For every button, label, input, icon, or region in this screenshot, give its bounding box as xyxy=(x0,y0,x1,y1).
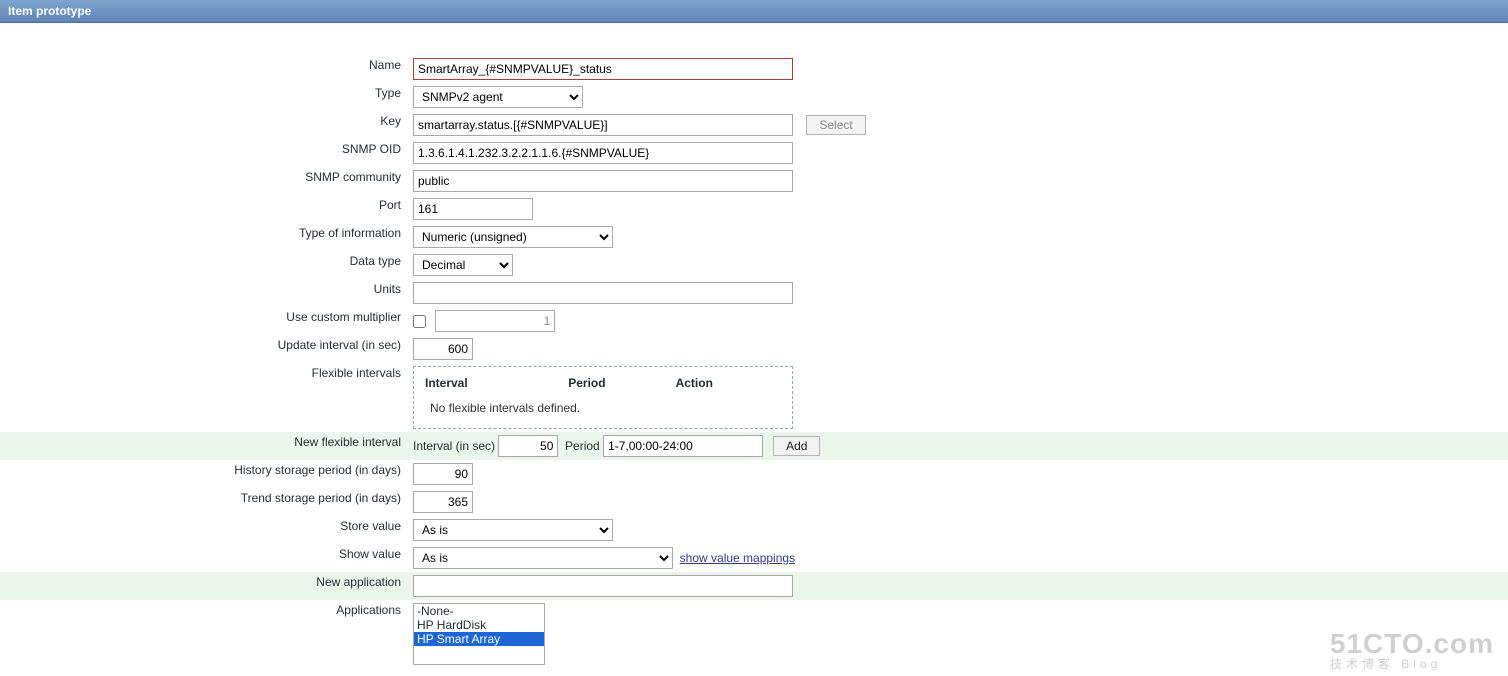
flex-col-interval: Interval xyxy=(424,375,567,398)
application-option[interactable]: HP HardDisk xyxy=(414,618,544,632)
snmp-community-input[interactable] xyxy=(413,170,793,192)
key-input[interactable] xyxy=(413,114,793,136)
data-type-select[interactable]: Decimal xyxy=(413,254,513,276)
label-update-interval: Update interval (in sec) xyxy=(0,335,407,363)
label-show-value: Show value xyxy=(0,544,407,572)
label-flex-intervals: Flexible intervals xyxy=(0,363,407,432)
panel-title: Item prototype xyxy=(0,0,1508,23)
history-input[interactable] xyxy=(413,463,473,485)
trend-input[interactable] xyxy=(413,491,473,513)
label-new-flex: New flexible interval xyxy=(0,432,407,460)
type-select[interactable]: SNMPv2 agent xyxy=(413,86,583,108)
application-option[interactable]: HP Smart Array xyxy=(414,632,544,646)
units-input[interactable] xyxy=(413,282,793,304)
label-use-mult: Use custom multiplier xyxy=(0,307,407,335)
flexible-intervals-box: Interval Period Action No flexible inter… xyxy=(413,366,793,429)
label-data-type: Data type xyxy=(0,251,407,279)
new-flex-interval-input[interactable] xyxy=(498,435,558,457)
label-store-value: Store value xyxy=(0,516,407,544)
label-interval-in-sec: Interval (in sec) xyxy=(413,439,495,453)
application-option[interactable]: -None- xyxy=(414,604,544,618)
label-history: History storage period (in days) xyxy=(0,460,407,488)
flex-col-action: Action xyxy=(675,375,782,398)
label-snmp-community: SNMP community xyxy=(0,167,407,195)
applications-listbox[interactable]: -None-HP HardDiskHP Smart Array xyxy=(413,603,545,665)
new-application-input[interactable] xyxy=(413,575,793,597)
port-input[interactable] xyxy=(413,198,533,220)
show-value-mappings-link[interactable]: show value mappings xyxy=(680,551,795,565)
store-value-select[interactable]: As is xyxy=(413,519,613,541)
show-value-select[interactable]: As is xyxy=(413,547,673,569)
label-name: Name xyxy=(0,55,407,83)
name-input[interactable] xyxy=(413,58,793,80)
select-key-button[interactable]: Select xyxy=(806,115,865,135)
label-period: Period xyxy=(565,439,600,453)
add-flex-interval-button[interactable]: Add xyxy=(773,436,820,456)
new-flex-period-input[interactable] xyxy=(603,435,763,457)
item-form: Name Type SNMPv2 agent Key Select SNMP O… xyxy=(0,23,1508,668)
update-interval-input[interactable] xyxy=(413,338,473,360)
label-toi: Type of information xyxy=(0,223,407,251)
label-trend: Trend storage period (in days) xyxy=(0,488,407,516)
label-snmp-oid: SNMP OID xyxy=(0,139,407,167)
label-type: Type xyxy=(0,83,407,111)
snmp-oid-input[interactable] xyxy=(413,142,793,164)
label-port: Port xyxy=(0,195,407,223)
label-units: Units xyxy=(0,279,407,307)
label-new-app: New application xyxy=(0,572,407,600)
label-key: Key xyxy=(0,111,407,139)
flex-empty-text: No flexible intervals defined. xyxy=(424,398,782,418)
flex-col-period: Period xyxy=(567,375,674,398)
multiplier-input xyxy=(435,310,555,332)
use-multiplier-checkbox[interactable] xyxy=(413,315,426,328)
label-applications: Applications xyxy=(0,600,407,668)
type-of-information-select[interactable]: Numeric (unsigned) xyxy=(413,226,613,248)
